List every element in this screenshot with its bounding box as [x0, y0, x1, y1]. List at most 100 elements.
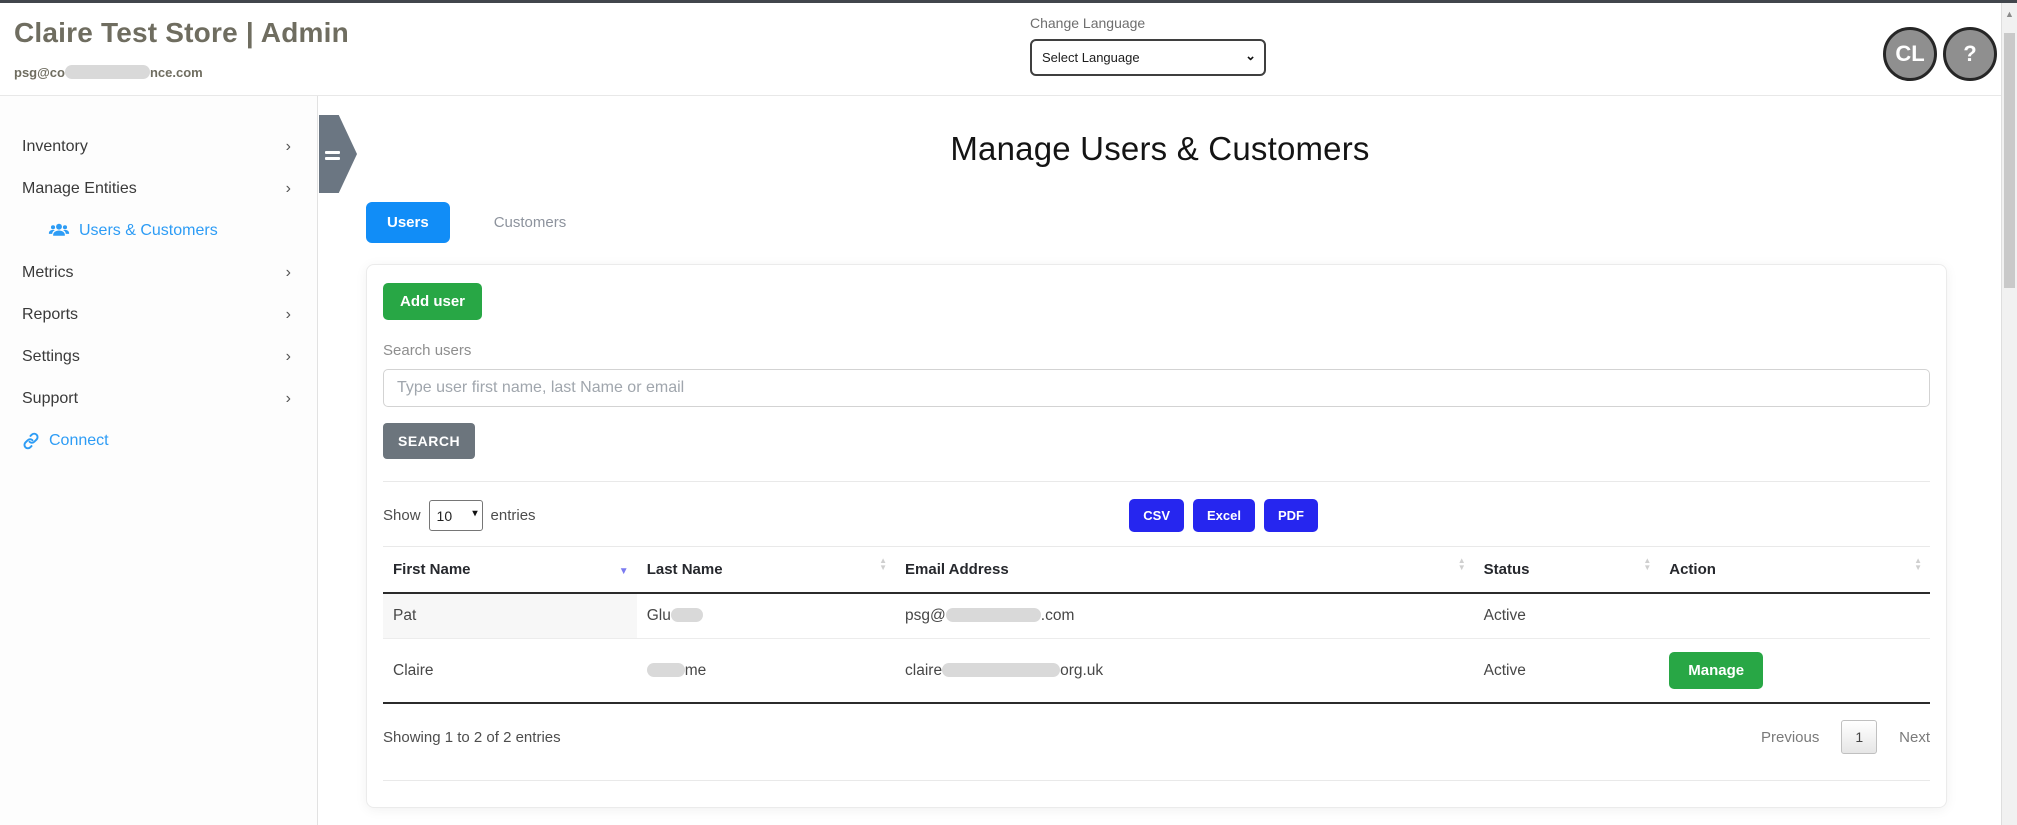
sort-icon: ▲ ▼ — [879, 556, 888, 572]
column-label: First Name — [393, 561, 471, 578]
table-controls: Show 10 ▾ entries CSV Excel PDF — [383, 497, 1930, 534]
redaction-bar — [646, 662, 685, 677]
cell-action — [1659, 593, 1930, 639]
cell-first-name: Claire — [383, 638, 637, 704]
table-row: Claire me claire org.uk Active Manage — [383, 638, 1930, 704]
cell-last-name: Glu — [636, 593, 896, 639]
column-header-status[interactable]: Status ▲ ▼ — [1473, 546, 1660, 594]
table-row: Pat Glu psg@ .com Active — [383, 593, 1930, 639]
export-buttons: CSV Excel PDF — [1129, 499, 1318, 532]
cell-last-name: me — [636, 638, 896, 704]
sidebar-item-settings[interactable]: Settings › — [0, 336, 317, 378]
email-text: claire — [905, 661, 943, 679]
entries-info: Showing 1 to 2 of 2 entries — [383, 728, 561, 746]
card-bottom-divider — [383, 780, 1930, 781]
column-header-last-name[interactable]: Last Name ▲ ▼ — [636, 546, 896, 594]
cell-status: Active — [1473, 638, 1660, 704]
main-content: Manage Users & Customers Users Customers… — [319, 96, 2001, 825]
tab-bar: Users Customers — [366, 202, 566, 243]
chevron-right-icon: › — [285, 306, 291, 323]
sort-icon: ▲ ▼ — [1914, 556, 1922, 572]
app-header: Claire Test Store | Admin psg@co nce.com … — [0, 3, 2001, 96]
sort-icon: ▲ ▼ — [1643, 556, 1652, 572]
column-label: Last Name — [646, 561, 723, 578]
sidebar-item-metrics[interactable]: Metrics › — [0, 252, 317, 294]
sort-desc-icon: ▼ — [618, 566, 629, 577]
search-button[interactable]: SEARCH — [383, 423, 476, 459]
page-title: Manage Users & Customers — [950, 130, 1370, 167]
sidebar: Inventory › Manage Entities › Users & Cu… — [0, 96, 318, 825]
section-divider — [383, 481, 1930, 482]
redaction-bar — [942, 662, 1061, 677]
window-top-border — [0, 0, 2017, 3]
users-table: First Name ▼ Last Name ▲ ▼ Email Address … — [383, 546, 1930, 704]
last-name-text: Glu — [646, 607, 671, 624]
sidebar-item-label: Inventory — [22, 138, 88, 155]
scrollbar[interactable]: ▲ — [2001, 3, 2017, 825]
tab-users[interactable]: Users — [366, 202, 450, 243]
sidebar-item-connect[interactable]: Connect — [0, 420, 317, 462]
redaction-bar — [945, 608, 1041, 622]
search-input[interactable] — [383, 369, 1930, 407]
store-title: Claire Test Store | Admin — [14, 17, 349, 48]
chevron-right-icon: › — [285, 180, 291, 197]
sidebar-item-reports[interactable]: Reports › — [0, 294, 317, 336]
page-size-select[interactable]: 10 — [428, 500, 483, 531]
chevron-right-icon: › — [285, 138, 291, 155]
column-header-email[interactable]: Email Address ▲ ▼ — [895, 546, 1474, 594]
users-icon — [48, 223, 70, 240]
email-text: psg@ — [905, 607, 946, 624]
column-header-action[interactable]: Action ▲ ▼ — [1659, 546, 1930, 594]
sidebar-item-label: Settings — [22, 348, 80, 365]
chevron-right-icon: › — [285, 390, 291, 407]
export-csv-button[interactable]: CSV — [1129, 499, 1185, 532]
language-block: Change Language Select Language ⌄ — [1030, 15, 1266, 76]
page: Claire Test Store | Admin psg@co nce.com … — [0, 0, 2017, 825]
account-email: psg@co nce.com — [14, 65, 203, 80]
column-label: Action — [1669, 561, 1716, 578]
sort-icon: ▲ ▼ — [1457, 556, 1466, 572]
redaction-bar — [670, 608, 703, 622]
export-excel-button[interactable]: Excel — [1193, 499, 1255, 532]
sidebar-item-label: Manage Entities — [22, 180, 137, 197]
column-header-first-name[interactable]: First Name ▼ — [383, 546, 637, 594]
tab-customers[interactable]: Customers — [494, 214, 567, 231]
chevron-right-icon: › — [285, 348, 291, 365]
redaction-bar — [64, 65, 150, 79]
sidebar-item-users-customers[interactable]: Users & Customers — [0, 210, 317, 252]
cell-first-name: Pat — [383, 593, 637, 639]
menu-icon — [325, 157, 340, 160]
last-name-text: me — [684, 661, 707, 679]
next-page-button[interactable]: Next — [1899, 729, 1930, 746]
export-pdf-button[interactable]: PDF — [1264, 499, 1318, 532]
cell-email: claire org.uk — [895, 638, 1474, 704]
sidebar-item-label: Reports — [22, 306, 79, 323]
change-language-label: Change Language — [1030, 15, 1146, 31]
pagination: Previous 1 Next — [1761, 720, 1930, 754]
scroll-up-icon[interactable]: ▲ — [2002, 3, 2017, 19]
search-users-label: Search users — [383, 342, 472, 359]
help-button[interactable]: ? — [1943, 27, 1997, 81]
show-entries-control: Show 10 ▾ entries — [383, 500, 536, 531]
language-select[interactable]: Select Language — [1030, 39, 1266, 76]
manage-button[interactable]: Manage — [1669, 652, 1764, 689]
sidebar-item-label: Support — [22, 390, 79, 407]
column-label: Status — [1483, 561, 1530, 578]
sidebar-item-inventory[interactable]: Inventory › — [0, 126, 317, 168]
sidebar-item-support[interactable]: Support › — [0, 378, 317, 420]
sidebar-item-manage-entities[interactable]: Manage Entities › — [0, 168, 317, 210]
link-icon — [22, 432, 40, 450]
cell-status: Active — [1473, 593, 1660, 639]
show-label: Show — [383, 507, 421, 524]
users-panel: Add user Search users SEARCH Show 10 ▾ e… — [366, 264, 1947, 808]
previous-page-button[interactable]: Previous — [1761, 729, 1819, 746]
scrollbar-thumb[interactable] — [2004, 33, 2015, 288]
email-text: org.uk — [1060, 661, 1104, 679]
add-user-button[interactable]: Add user — [383, 283, 483, 320]
email-text: .com — [1040, 607, 1075, 624]
table-footer: Showing 1 to 2 of 2 entries Previous 1 N… — [383, 720, 1930, 754]
user-avatar[interactable]: CL — [1883, 27, 1937, 81]
sidebar-item-label: Users & Customers — [79, 222, 218, 239]
sidebar-item-label: Connect — [49, 432, 109, 449]
page-number-button[interactable]: 1 — [1841, 720, 1878, 754]
